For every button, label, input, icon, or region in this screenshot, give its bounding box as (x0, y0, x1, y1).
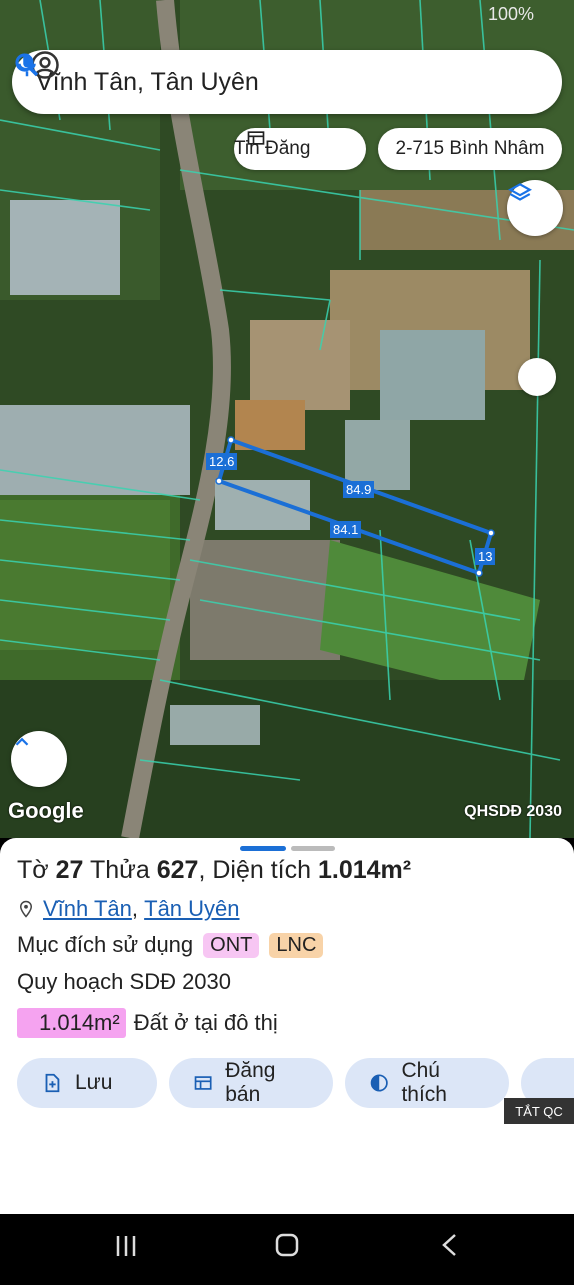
save-label: Lưu (75, 1071, 113, 1094)
purpose-badge-ont: ONT (203, 932, 260, 958)
chevron-up-icon (15, 737, 29, 746)
system-navigation-bar (0, 1214, 574, 1280)
address-chip-label: 2-715 Bình Nhâm (395, 138, 545, 159)
area-value: 1.014m² (317, 856, 412, 884)
expand-up-button[interactable] (11, 731, 67, 787)
search-input[interactable]: Vĩnh Tân, Tân Uyên (36, 68, 562, 97)
commune-link[interactable]: Vĩnh Tân (43, 896, 132, 922)
home-icon[interactable] (275, 1233, 299, 1257)
sell-button[interactable]: Đăng bán (169, 1058, 333, 1108)
layers-button[interactable] (507, 180, 563, 236)
district-link[interactable]: Tân Uyên (144, 896, 239, 922)
thua-value: 627 (156, 856, 199, 884)
parcel-info-sheet: Tờ 27 Thửa 627, Diện tích 1.014m² Vĩnh T… (0, 838, 574, 1214)
google-logo: Google (8, 798, 84, 823)
hide-ads-button[interactable]: TẮT QC (504, 1098, 574, 1124)
plan-label: Quy hoạch SDĐ 2030 (17, 969, 232, 994)
action-buttons: Lưu Đăng bán Chú thích (17, 1058, 574, 1108)
measure-right: 13 (475, 548, 496, 565)
to-value: 27 (55, 856, 84, 884)
parcel-location: Vĩnh Tân, Tân Uyên (17, 896, 240, 922)
plan-type: Đất ở tại đô thị (133, 1010, 278, 1035)
map-drag-handle[interactable] (518, 358, 556, 396)
plan-area-badge: 1.014m² (17, 1008, 126, 1038)
save-file-icon (45, 1073, 60, 1093)
purpose-row: Mục đích sử dụng ONT LNC (17, 932, 324, 958)
recent-apps-icon[interactable] (116, 1236, 136, 1256)
legend-label: Chú thích (401, 1059, 447, 1106)
measure-bottom: 84.1 (330, 521, 362, 538)
sheet-handle-active[interactable] (240, 846, 286, 851)
purpose-badge-lnc: LNC (269, 932, 324, 958)
microphone-icon[interactable] (12, 50, 42, 80)
contrast-icon (370, 1074, 388, 1092)
measure-left: 12.6 (206, 453, 238, 470)
parcel-title: Tờ 27 Thửa 627, Diện tích 1.014m² (17, 856, 412, 884)
purpose-label: Mục đích sử dụng (17, 932, 194, 957)
sell-label: Đăng bán (225, 1059, 276, 1106)
legend-button[interactable]: Chú thích (345, 1058, 509, 1108)
map-view[interactable]: 100% Vĩnh Tân, Tân Uyên Tin Đăng 2-715 B… (0, 0, 574, 838)
search-bar[interactable]: Vĩnh Tân, Tân Uyên (12, 50, 562, 114)
list-icon (247, 131, 265, 145)
layer-label: QHSDĐ 2030 (464, 803, 562, 820)
layers-icon (508, 183, 532, 201)
address-chip[interactable]: 2-715 Bình Nhâm (378, 128, 562, 170)
thua-label: Thửa (89, 856, 150, 884)
measure-top: 84.9 (343, 481, 375, 498)
back-icon[interactable] (442, 1234, 456, 1256)
plan-row: 1.014m² Đất ở tại đô thị (17, 1008, 278, 1038)
list-icon (194, 1076, 212, 1090)
listings-chip[interactable]: Tin Đăng (234, 128, 366, 170)
to-label: Tờ (17, 856, 49, 884)
battery-status: 100% (487, 4, 534, 24)
save-button[interactable]: Lưu (17, 1058, 157, 1108)
sheet-handle[interactable] (291, 846, 335, 851)
area-label: Diện tích (212, 856, 312, 884)
location-pin-icon (19, 900, 33, 918)
